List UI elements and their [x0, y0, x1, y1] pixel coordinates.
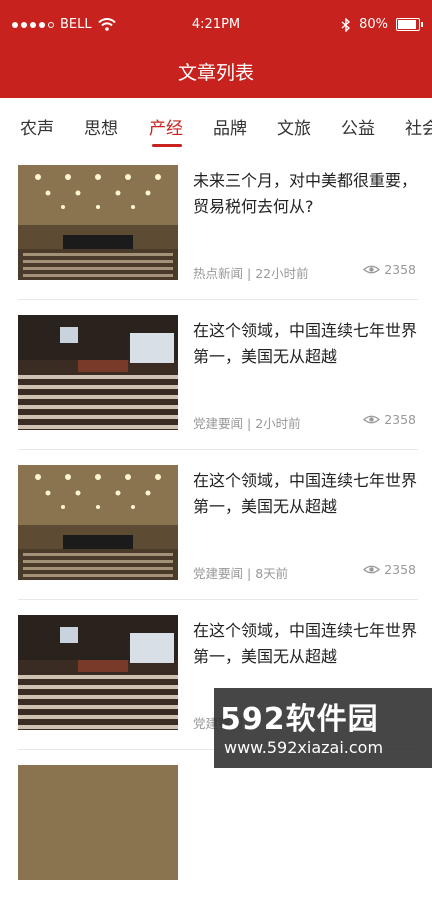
- article-thumbnail: [18, 165, 178, 280]
- article-item[interactable]: [0, 750, 432, 900]
- bluetooth-icon: [341, 17, 351, 32]
- watermark-logo: 592软件园: [220, 702, 379, 737]
- watermark-url: www.592xiazai.com: [224, 738, 384, 757]
- article-thumbnail: [18, 765, 178, 880]
- site-watermark: 592软件园 www.592xiazai.com: [214, 688, 432, 768]
- article-time: 22小时前: [255, 266, 309, 281]
- battery-percent: 80%: [359, 17, 388, 32]
- app-header: BELL 4:21PM 80% 文章列表: [0, 0, 432, 98]
- eye-icon: [363, 565, 381, 574]
- article-item[interactable]: 在这个领域，中国连续七年世界第一，美国无从超越 党建要闻 | 8天前 2358: [0, 450, 432, 600]
- page-title: 文章列表: [177, 62, 254, 84]
- battery-icon: [396, 18, 423, 31]
- article-meta: 党建要闻 | 8天前: [193, 563, 288, 582]
- article-item[interactable]: 在这个领域，中国连续七年世界第一，美国无从超越 党建要闻 | 2小时前 2358: [0, 300, 432, 450]
- article-meta: 党建要闻 | 2小时前: [193, 413, 301, 432]
- meta-separator: |: [247, 566, 256, 581]
- tab-wenlv[interactable]: 文旅: [277, 114, 311, 139]
- article-item[interactable]: 未来三个月，对中美都很重要，贸易税何去何从? 热点新闻 | 22小时前 2358: [0, 150, 432, 300]
- view-count: 2358: [363, 412, 416, 427]
- article-title[interactable]: 在这个领域，中国连续七年世界第一，美国无从超越: [193, 468, 418, 520]
- view-count-value: 2358: [384, 562, 416, 577]
- meta-separator: |: [247, 416, 256, 431]
- article-source: 党建要闻: [193, 566, 244, 581]
- view-count: 2358: [363, 262, 416, 277]
- article-thumbnail: [18, 465, 178, 580]
- article-thumbnail: [18, 615, 178, 730]
- article-source: 党建要闻: [193, 416, 244, 431]
- status-bar: BELL 4:21PM 80%: [0, 0, 432, 50]
- article-time: 8天前: [255, 566, 289, 581]
- eye-icon: [363, 265, 381, 274]
- article-meta: 热点新闻 | 22小时前: [193, 263, 309, 282]
- tab-sixiang[interactable]: 思想: [84, 114, 118, 139]
- view-count-value: 2358: [384, 262, 416, 277]
- tab-pinpai[interactable]: 品牌: [213, 114, 247, 139]
- status-right: 80%: [341, 17, 423, 32]
- tab-gongyi[interactable]: 公益: [341, 114, 375, 139]
- article-title[interactable]: 在这个领域，中国连续七年世界第一，美国无从超越: [193, 318, 418, 370]
- active-tab-indicator: [152, 144, 182, 147]
- meta-separator: |: [247, 266, 256, 281]
- tab-shehui[interactable]: 社会: [405, 114, 432, 139]
- article-source: 热点新闻: [193, 266, 244, 281]
- category-tabs: 农声 思想 产经 品牌 文旅 公益 社会: [0, 98, 432, 150]
- tab-nongsheng[interactable]: 农声: [20, 114, 54, 139]
- article-thumbnail: [18, 315, 178, 430]
- eye-icon: [363, 415, 381, 424]
- tab-chanjing[interactable]: 产经: [149, 114, 183, 139]
- article-title[interactable]: 在这个领域，中国连续七年世界第一，美国无从超越: [193, 618, 418, 670]
- article-time: 2小时前: [255, 416, 301, 431]
- view-count: 2358: [363, 562, 416, 577]
- view-count-value: 2358: [384, 412, 416, 427]
- article-title[interactable]: 未来三个月，对中美都很重要，贸易税何去何从?: [193, 168, 418, 220]
